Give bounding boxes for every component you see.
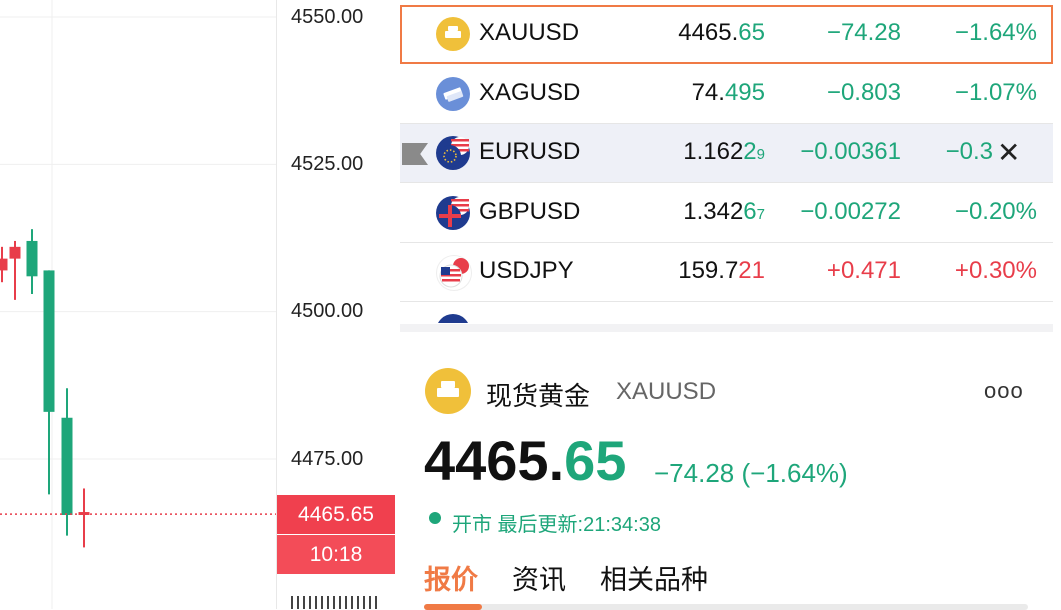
change-percent: −1.64% [954, 19, 1037, 46]
flag-icon[interactable] [402, 143, 428, 165]
tab-quote[interactable]: 报价 [424, 558, 478, 597]
instrument-name: 现货黄金 [486, 381, 591, 411]
price-value: 4465.65 [678, 19, 765, 46]
axis-tick-label: 4550.00 [291, 6, 364, 28]
candle-countdown: 10:18 [277, 535, 395, 574]
uk-us-flag-icon [436, 196, 470, 230]
us-jp-flag-icon [436, 255, 472, 291]
watchlist-row-partial[interactable] [400, 302, 1053, 323]
watchlist-row-gbpusd[interactable]: GBPUSD 1.34267 −0.00272 −0.20% [400, 184, 1053, 243]
symbol-label: USDJPY [479, 257, 574, 284]
current-price: 4465.65 [424, 429, 627, 492]
close-icon[interactable]: ✕ [997, 136, 1020, 169]
symbol-label: XAUUSD [479, 19, 580, 46]
change-value: −0.803 [826, 79, 901, 106]
instrument-symbol: XAUUSD [616, 378, 717, 405]
candle-body [9, 246, 21, 259]
instrument-detail: 现货黄金 XAUUSD ooo 4465.65 −74.28 (−1.64%) … [400, 324, 1053, 610]
watchlist[interactable]: XAUUSD 4465.65 −74.28 −1.64% XAGUSD 74.4… [400, 5, 1053, 323]
price-value: 1.16229 [683, 138, 765, 165]
market-open-dot [429, 512, 441, 524]
symbol-label: GBPUSD [479, 198, 581, 225]
change-value: −0.00361 [800, 138, 901, 165]
watchlist-row-usdjpy[interactable]: USDJPY 159.721 +0.471 +0.30% [400, 243, 1053, 302]
more-options-button[interactable]: ooo [984, 378, 1024, 404]
gold-bar-icon [436, 17, 470, 51]
axis-tick-label: 4475.00 [291, 448, 364, 470]
change-value: −74.28 [826, 19, 901, 46]
change-percent: −0.3 [945, 138, 993, 165]
eu-us-flag-icon [436, 136, 470, 170]
market-status: 开市 最后更新:21:34:38 [452, 514, 661, 536]
price-value: 74.495 [691, 79, 765, 106]
tab-track [424, 604, 1028, 610]
gold-bar-icon [425, 368, 471, 414]
change-value: +0.471 [826, 257, 901, 284]
change-value: −0.00272 [800, 198, 901, 225]
change-percent: −1.07% [954, 79, 1037, 106]
price-axis: 4550.00 4525.00 4500.00 4475.00 4465.65 … [276, 0, 395, 609]
tab-related[interactable]: 相关品种 [600, 558, 708, 597]
tab-indicator [424, 604, 482, 610]
silver-bar-icon [436, 77, 470, 111]
candle-body [61, 417, 73, 515]
candle-body [26, 240, 38, 277]
watchlist-row-xauusd[interactable]: XAUUSD 4465.65 −74.28 −1.64% [400, 5, 1053, 64]
watchlist-row-xagusd[interactable]: XAGUSD 74.495 −0.803 −1.07% [400, 65, 1053, 124]
axis-tick-label: 4500.00 [291, 300, 364, 322]
current-price-tag: 4465.65 [277, 495, 395, 534]
candle-body [0, 258, 8, 271]
symbol-label: XAGUSD [479, 79, 581, 106]
tab-news[interactable]: 资讯 [512, 558, 566, 597]
price-change: −74.28 (−1.64%) [654, 458, 848, 488]
axis-tick-label: 4525.00 [291, 153, 364, 175]
change-percent: −0.20% [954, 198, 1037, 225]
symbol-label: EURUSD [479, 138, 581, 165]
chart-canvas [0, 0, 276, 609]
candle-body [43, 270, 55, 412]
price-value: 1.34267 [683, 198, 765, 225]
watchlist-row-eurusd[interactable]: EURUSD 1.16229 −0.00361 −0.3 ✕ [400, 124, 1053, 183]
flag-icon [436, 314, 470, 323]
price-value: 159.721 [678, 257, 765, 284]
change-percent: +0.30% [954, 257, 1037, 284]
time-axis-stub [291, 596, 381, 609]
candlestick-chart[interactable] [0, 0, 276, 609]
